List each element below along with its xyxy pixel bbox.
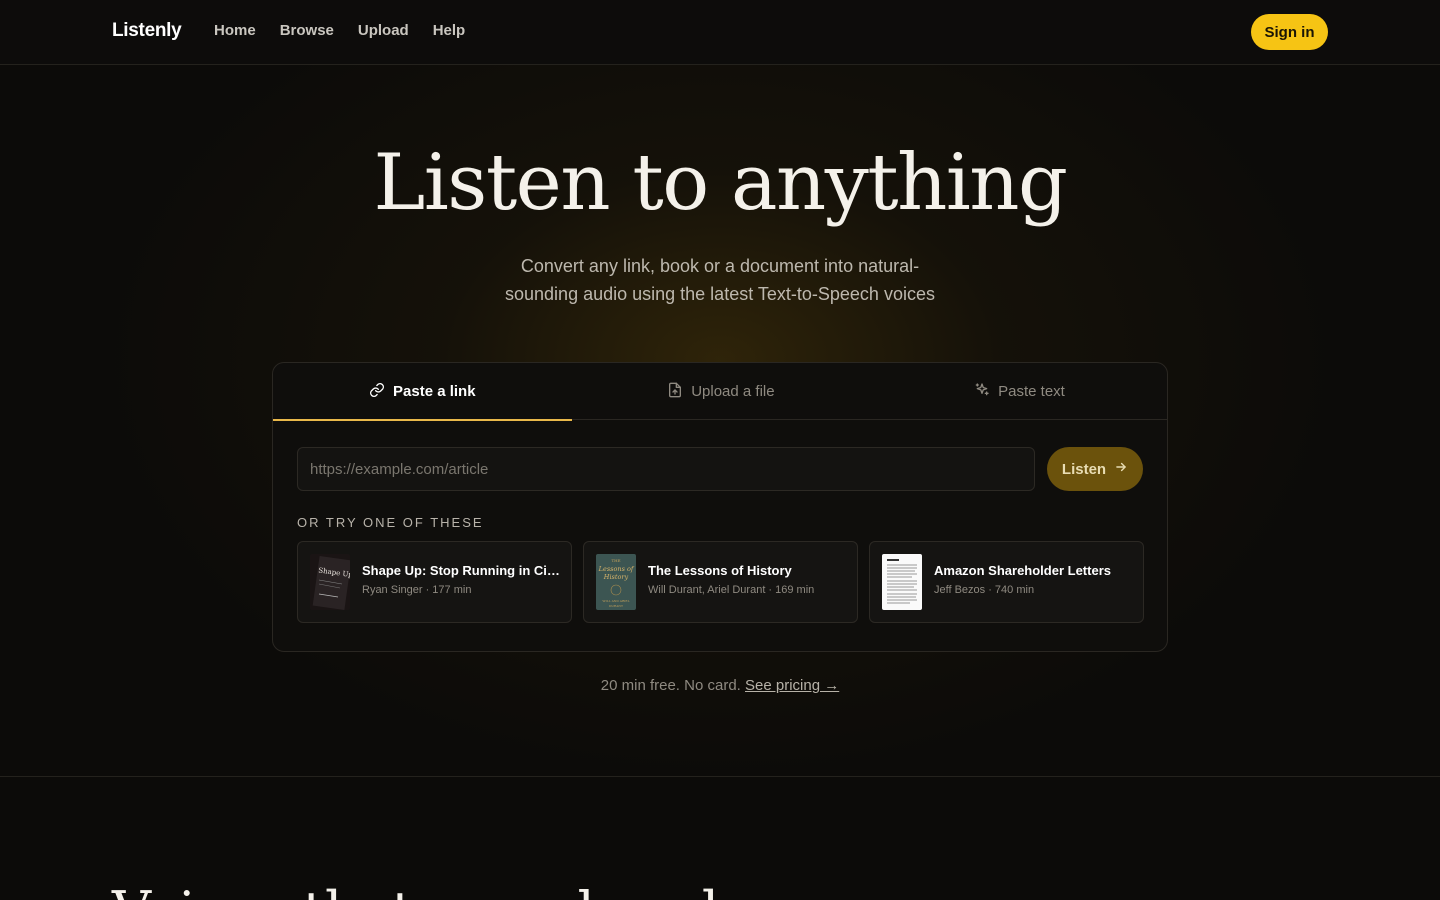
sparkle-icon bbox=[974, 382, 990, 402]
svg-text:Lessons of: Lessons of bbox=[598, 565, 635, 573]
input-tabs: Paste a link Upload a file Paste text bbox=[273, 363, 1167, 421]
svg-text:WILL AND ARIEL: WILL AND ARIEL bbox=[602, 599, 629, 603]
tab-label: Upload a file bbox=[691, 383, 775, 400]
tab-upload-file[interactable]: Upload a file bbox=[572, 363, 871, 420]
listen-label: Listen bbox=[1061, 460, 1107, 478]
main-nav: Home Browse Upload Help bbox=[214, 22, 465, 39]
suggestion-meta: Will Durant, Ariel Durant · 169 min bbox=[648, 584, 815, 596]
tab-paste-link[interactable]: Paste a link bbox=[273, 363, 572, 421]
section-heading: Voices that sound real bbox=[112, 880, 719, 900]
arrow-right-icon bbox=[1114, 460, 1128, 478]
converter-card: Paste a link Upload a file Paste text Li… bbox=[272, 362, 1168, 652]
nav-browse[interactable]: Browse bbox=[280, 22, 334, 39]
suggestion-title: Shape Up: Stop Running in Circles and Sh… bbox=[362, 563, 562, 578]
nav-home[interactable]: Home bbox=[214, 22, 256, 39]
section-divider bbox=[0, 776, 1440, 777]
url-input[interactable] bbox=[297, 447, 1035, 491]
hero-subtitle: Convert any link, book or a document int… bbox=[505, 256, 935, 304]
sign-in-button[interactable]: Sign in bbox=[1251, 14, 1328, 50]
book-cover-image: THE Lessons of History WILL AND ARIEL DU… bbox=[596, 554, 636, 610]
suggestions-label: OR TRY ONE OF THESE bbox=[297, 515, 484, 530]
suggestion-card[interactable]: Amazon Shareholder Letters Jeff Bezos · … bbox=[869, 541, 1144, 623]
pricing-note: 20 min free. No card. See pricing → bbox=[0, 677, 1440, 694]
suggestion-meta: Ryan Singer · 177 min bbox=[362, 584, 472, 596]
suggestion-list: Shape Up Shape Up: Stop Running in Circl… bbox=[297, 541, 1144, 623]
book-cover-image: Shape Up bbox=[310, 554, 350, 610]
svg-text:History: History bbox=[603, 573, 629, 581]
svg-text:DURANT: DURANT bbox=[609, 604, 623, 608]
hero-title: Listen to anything bbox=[373, 138, 1068, 228]
see-pricing-link[interactable]: See pricing → bbox=[745, 677, 839, 694]
tab-label: Paste a link bbox=[393, 383, 476, 400]
link-icon bbox=[369, 382, 385, 402]
suggestion-title: Amazon Shareholder Letters bbox=[934, 563, 1111, 578]
tab-label: Paste text bbox=[998, 383, 1065, 400]
svg-text:THE: THE bbox=[611, 558, 620, 563]
top-nav: Listenly Home Browse Upload Help Sign in bbox=[0, 0, 1440, 65]
listen-button[interactable]: Listen bbox=[1047, 447, 1143, 491]
logo[interactable]: Listenly bbox=[112, 20, 182, 42]
suggestion-title: The Lessons of History bbox=[648, 563, 792, 578]
pricing-text: 20 min free. No card. bbox=[600, 677, 741, 694]
document-thumbnail bbox=[882, 554, 922, 610]
suggestion-card[interactable]: Shape Up Shape Up: Stop Running in Circl… bbox=[297, 541, 572, 623]
tab-paste-text[interactable]: Paste text bbox=[870, 363, 1167, 420]
nav-help[interactable]: Help bbox=[433, 22, 466, 39]
nav-upload[interactable]: Upload bbox=[358, 22, 409, 39]
suggestion-card[interactable]: THE Lessons of History WILL AND ARIEL DU… bbox=[583, 541, 858, 623]
suggestion-meta: Jeff Bezos · 740 min bbox=[934, 584, 1035, 596]
file-icon bbox=[667, 382, 683, 402]
